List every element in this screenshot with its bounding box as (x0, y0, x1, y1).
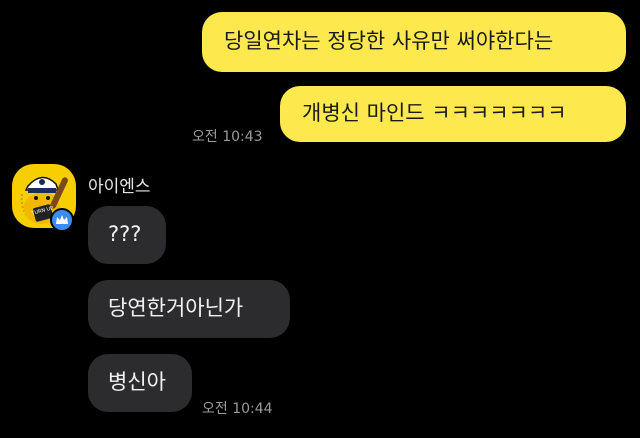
message-bubble-incoming[interactable]: 당연한거아닌가 (88, 280, 290, 338)
message-timestamp: 오전 10:43 (192, 129, 263, 145)
message-text: 당연한거아닌가 (108, 296, 244, 321)
sender-name: 아이엔스 (88, 177, 151, 197)
message-text: 병신아 (108, 370, 166, 395)
message-timestamp: 오전 10:44 (202, 401, 273, 417)
message-text: ??? (108, 222, 142, 247)
message-bubble-outgoing[interactable]: 개병신 마인드 ㅋㅋㅋㅋㅋㅋㅋ (280, 86, 626, 142)
verified-badge (50, 208, 74, 232)
message-text: 개병신 마인드 ㅋㅋㅋㅋㅋㅋㅋ (302, 101, 567, 126)
message-bubble-incoming[interactable]: ??? (88, 206, 166, 264)
message-text: 당일연차는 정당한 사유만 써야한다는 (224, 29, 554, 54)
message-bubble-outgoing[interactable]: 당일연차는 정당한 사유만 써야한다는 (202, 12, 626, 72)
crown-icon (56, 215, 68, 224)
message-bubble-incoming[interactable]: 병신아 (88, 354, 192, 412)
